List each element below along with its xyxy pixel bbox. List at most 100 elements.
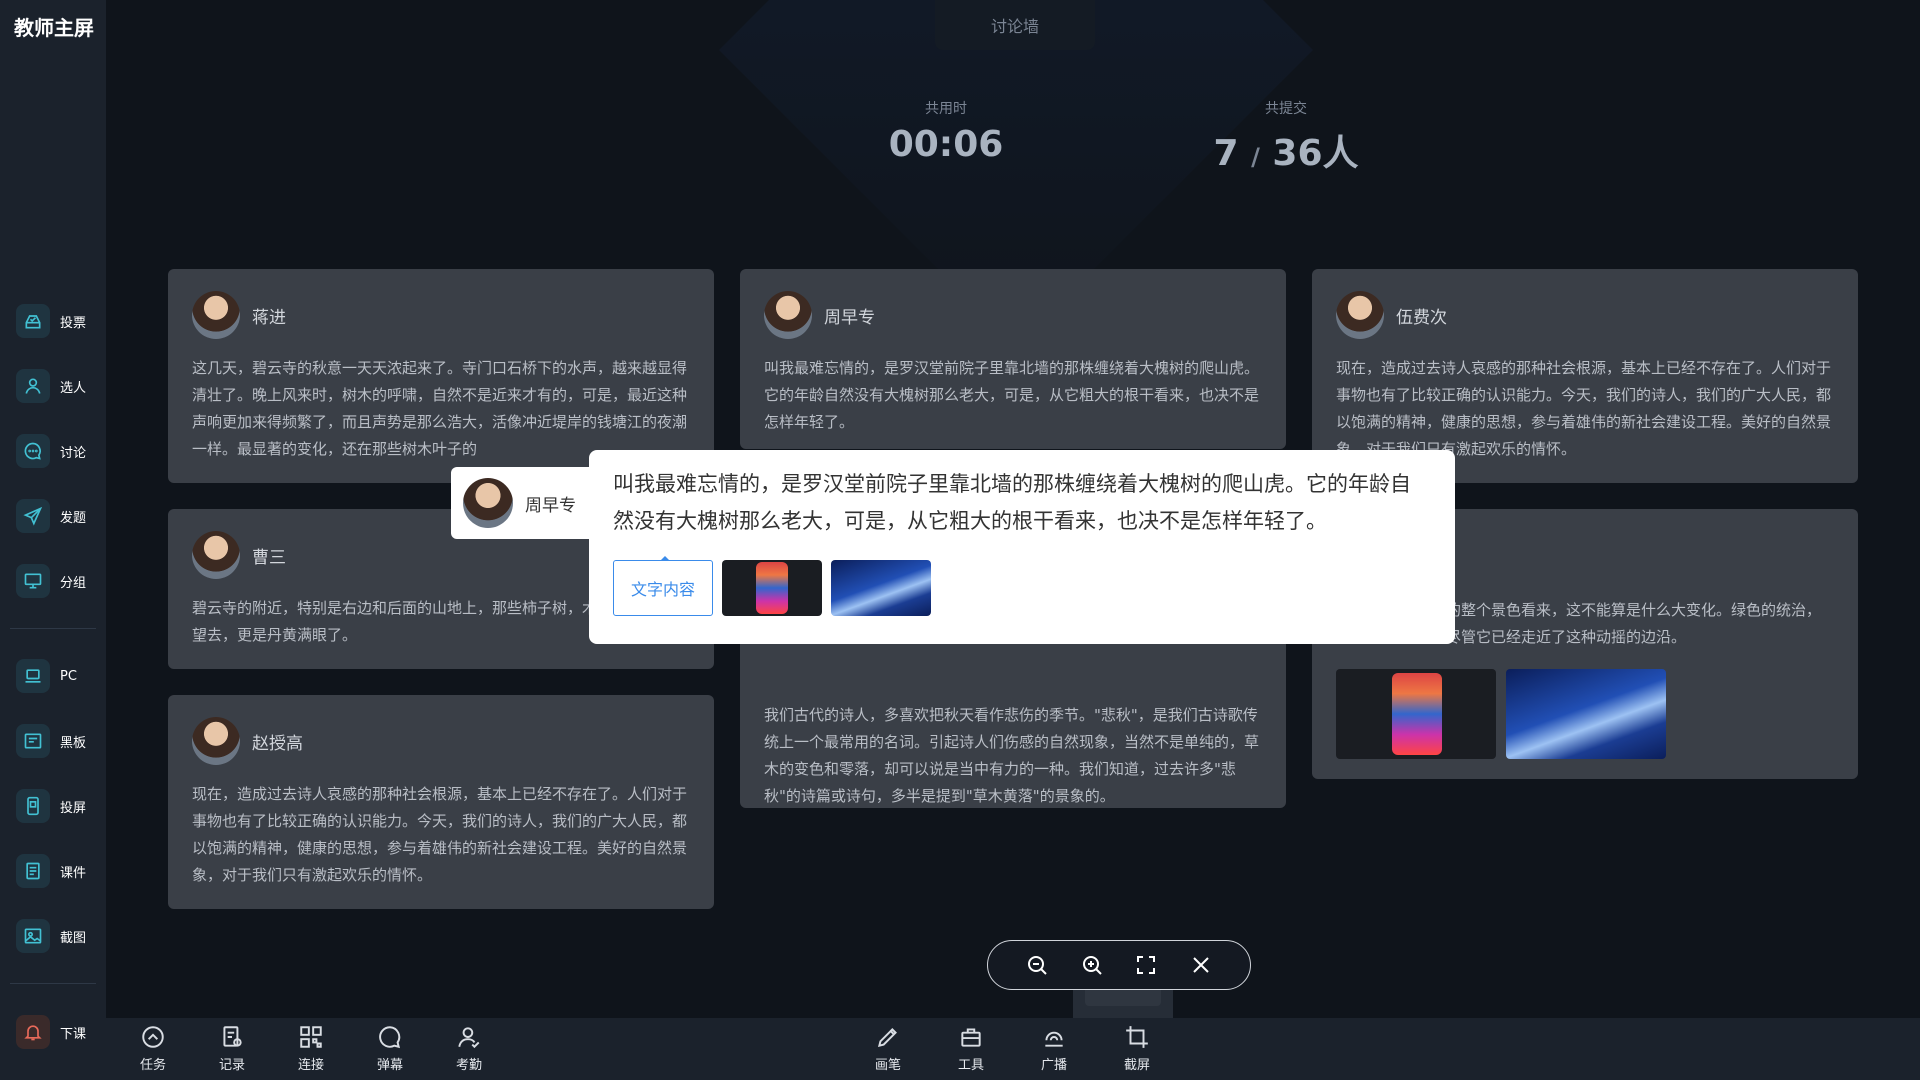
toolbar-connect-button[interactable]: 连接 (281, 1024, 341, 1073)
sidebar-item-vote[interactable]: 投票 (16, 303, 102, 339)
avatar (192, 717, 240, 765)
popup-attachments: 文字内容 (613, 556, 1431, 616)
toolbar-label: 任务 (139, 1058, 166, 1073)
sidebar-item-blackboard[interactable]: 黑板 (16, 723, 102, 759)
card-text: 叫我最难忘情的，是罗汉堂前院子里靠北墙的那株缠绕着大槐树的爬山虎。它的年龄自然没… (764, 359, 1260, 431)
text-content-tab[interactable]: 文字内容 (613, 556, 713, 616)
fullscreen-icon[interactable] (1130, 949, 1162, 981)
time-stat: 共用时 00:06 (786, 98, 1106, 165)
toolbar-screenshot-button[interactable]: 截屏 (1107, 1024, 1167, 1073)
qrcode-icon (300, 1026, 322, 1048)
avatar (192, 531, 240, 579)
sidebar-item-label: 分组 (60, 575, 87, 591)
sidebar-item-group[interactable]: 分组 (16, 563, 102, 599)
chat-icon (16, 434, 50, 468)
toolbar-label: 弹幕 (376, 1058, 403, 1073)
zoom-in-icon[interactable] (1076, 949, 1108, 981)
toolbar-task-button[interactable]: 任务 (123, 1024, 183, 1073)
popup-author-name: 周早专 (525, 495, 576, 516)
crop-icon (1126, 1026, 1148, 1048)
sidebar-item-discussion[interactable]: 讨论 (16, 433, 102, 469)
discussion-card[interactable]: 赵授高 现在，造成过去诗人哀感的那种社会根源，基本上已经不存在了。人们对于事物也… (168, 695, 714, 909)
submit-separator: / (1251, 143, 1260, 171)
sidebar-item-send-question[interactable]: 发题 (16, 498, 102, 534)
board-icon (16, 724, 50, 758)
toolbar-label: 连接 (297, 1058, 324, 1073)
toolbox-icon (961, 1028, 981, 1047)
avatar (192, 291, 240, 339)
sidebar-item-pc[interactable]: PC (16, 658, 102, 694)
sidebar-item-cast[interactable]: 投屏 (16, 788, 102, 824)
sidebar-item-label: 选人 (60, 380, 87, 396)
sidebar-item-label: 黑板 (60, 735, 87, 751)
cast-icon (16, 789, 50, 823)
discussion-card[interactable]: 周早专 叫我最难忘情的，是罗汉堂前院子里靠北墙的那株缠绕着大槐树的爬山虎。它的年… (740, 269, 1286, 449)
submit-stat: 共提交 7 / 36人 (1126, 98, 1446, 176)
sidebar-item-label: 课件 (60, 865, 87, 881)
sidebar-item-label: PC (60, 668, 77, 684)
image-thumbnail[interactable] (722, 560, 822, 616)
app-title: 教师主屏 (14, 16, 94, 40)
student-name: 蒋进 (252, 307, 286, 328)
card-text: 这几天，碧云寺的秋意一天天浓起来了。寺门口石桥下的水声，越来越显得清壮了。晚上风… (192, 359, 688, 458)
sidebar-item-label: 截图 (60, 930, 87, 946)
time-value: 00:06 (888, 124, 1004, 165)
expanded-post-popup: 叫我最难忘情的，是罗汉堂前院子里靠北墙的那株缠绕着大槐树的爬山虎。它的年龄自然没… (589, 450, 1455, 644)
image-thumbnail[interactable] (1336, 669, 1496, 759)
image-icon (16, 919, 50, 953)
record-icon (223, 1026, 242, 1047)
sidebar-item-label: 发题 (60, 510, 87, 526)
bottom-toolbar: 任务 记录 连接 弹幕 考勤 画笔 工具 广播 截屏 (106, 1018, 1920, 1080)
attendance-icon (458, 1027, 480, 1049)
page-title: 讨论墙 (935, 0, 1095, 50)
toolbar-record-button[interactable]: 记录 (202, 1024, 262, 1073)
zoom-out-icon[interactable] (1021, 949, 1053, 981)
broadcast-icon (1045, 1031, 1063, 1047)
person-icon (16, 369, 50, 403)
toolbar-pen-button[interactable]: 画笔 (858, 1024, 918, 1073)
toolbar-attendance-button[interactable]: 考勤 (439, 1024, 499, 1073)
send-icon (16, 499, 50, 533)
sidebar-item-courseware[interactable]: 课件 (16, 853, 102, 889)
toolbar-danmaku-button[interactable]: 弹幕 (360, 1024, 420, 1073)
popup-author: 周早专 (451, 467, 601, 539)
end-class-button[interactable]: 下课 (16, 1014, 102, 1050)
sidebar-item-label: 讨论 (60, 445, 87, 461)
close-icon[interactable] (1185, 949, 1217, 981)
avatar (463, 478, 513, 528)
end-class-label: 下课 (60, 1026, 87, 1042)
student-name: 周早专 (824, 307, 875, 328)
sidebar-item-label: 投票 (60, 315, 87, 331)
laptop-icon (16, 659, 50, 693)
submit-label: 共提交 (1265, 101, 1307, 117)
zoom-toolbar (987, 940, 1251, 990)
avatar (1336, 291, 1384, 339)
danmaku-icon (379, 1026, 401, 1049)
sidebar: 教师主屏 投票 选人 讨论 发题 分组 PC 黑板 投屏 课件 截图 下课 (0, 0, 106, 1080)
student-name: 赵授高 (252, 733, 303, 754)
document-icon (16, 854, 50, 888)
toolbar-broadcast-button[interactable]: 广播 (1024, 1024, 1084, 1073)
time-label: 共用时 (925, 101, 967, 117)
card-text: 现在，造成过去诗人哀感的那种社会根源，基本上已经不存在了。人们对于事物也有了比较… (1336, 359, 1832, 458)
popup-text: 叫我最难忘情的，是罗汉堂前院子里靠北墙的那株缠绕着大槐树的爬山虎。它的年龄自然没… (613, 472, 1411, 533)
submit-count: 7 (1213, 133, 1239, 174)
vote-icon (16, 304, 50, 338)
image-thumbnail[interactable] (831, 560, 931, 616)
attachment-list (1336, 669, 1834, 759)
toolbar-label: 截屏 (1123, 1058, 1150, 1073)
toolbar-tools-button[interactable]: 工具 (941, 1024, 1001, 1073)
image-thumbnail[interactable] (1506, 669, 1666, 759)
toolbar-label: 考勤 (455, 1058, 482, 1073)
student-name: 曹三 (252, 547, 286, 568)
card-text: 我们古代的诗人，多喜欢把秋天看作悲伤的季节。"悲秋"，是我们古诗歌传统上一个最常… (764, 706, 1260, 805)
toolbar-label: 记录 (218, 1058, 245, 1073)
sidebar-item-screenshot[interactable]: 截图 (16, 918, 102, 954)
sidebar-item-pick-person[interactable]: 选人 (16, 368, 102, 404)
student-name: 伍费次 (1396, 307, 1447, 328)
bell-icon (16, 1015, 50, 1049)
task-icon (142, 1026, 164, 1048)
monitor-icon (16, 564, 50, 598)
card-text: 现在，造成过去诗人哀感的那种社会根源，基本上已经不存在了。人们对于事物也有了比较… (192, 785, 688, 884)
sidebar-divider (10, 628, 96, 629)
